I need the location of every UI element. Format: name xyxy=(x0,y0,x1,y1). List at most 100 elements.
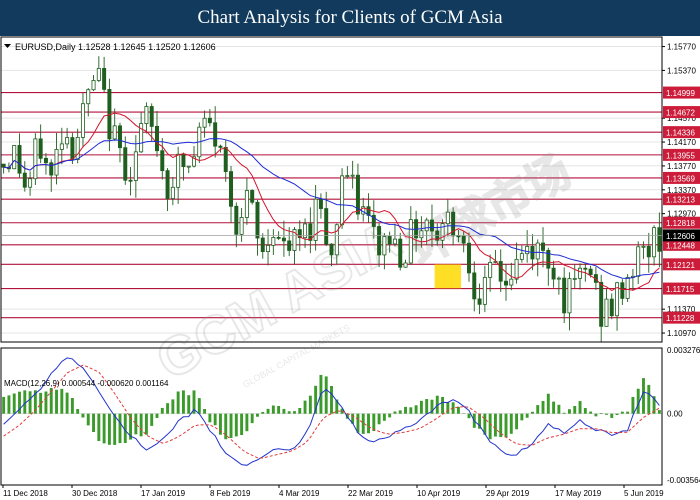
candle-body xyxy=(250,190,255,203)
candle-body xyxy=(287,240,292,251)
macd-tick-label: 0.003276 xyxy=(667,346,700,355)
level-label: 1.11715 xyxy=(666,285,695,294)
candle-body xyxy=(65,137,70,145)
macd-tick-label: -0.003564 xyxy=(667,476,700,485)
candle-body xyxy=(467,242,471,274)
level-label: 1.14672 xyxy=(666,109,695,118)
macd-label: MACD(12,26,9) 0.000544 -0.000620 0.00116… xyxy=(4,379,169,388)
candle-body xyxy=(636,246,641,277)
candle-body xyxy=(155,126,159,152)
x-tick-label: 22 Mar 2019 xyxy=(348,489,393,498)
candle-body xyxy=(123,147,128,181)
candle-body xyxy=(583,267,588,270)
candle-body xyxy=(255,201,260,239)
macd-tick-label: 0.00 xyxy=(667,410,683,419)
candle-body xyxy=(482,276,487,305)
level-label: 1.11228 xyxy=(666,314,695,323)
candle-body xyxy=(144,106,149,125)
candle-body xyxy=(609,298,614,317)
candle-body xyxy=(49,162,54,176)
candle-body xyxy=(572,277,577,280)
candle-body xyxy=(551,267,556,280)
candle-body xyxy=(271,236,276,246)
candle-body xyxy=(657,227,662,252)
candle-body xyxy=(149,106,154,127)
candle-body xyxy=(599,281,604,327)
y-tick-label: 1.15770 xyxy=(667,43,696,52)
x-tick-label: 11 Dec 2018 xyxy=(3,489,48,498)
candle-body xyxy=(1,163,6,168)
candle-body xyxy=(22,172,27,188)
candle-body xyxy=(102,67,107,90)
candle-body xyxy=(170,186,175,199)
candle-body xyxy=(128,179,133,182)
candle-body xyxy=(588,268,593,275)
candle-body xyxy=(498,261,503,282)
x-tick-label: 10 Apr 2019 xyxy=(417,489,461,498)
candle-body xyxy=(266,244,271,252)
candle-body xyxy=(509,278,514,286)
candle-body xyxy=(59,143,64,150)
level-label: 1.13569 xyxy=(666,174,695,183)
candle-body xyxy=(424,219,429,232)
x-tick-label: 5 Jun 2019 xyxy=(624,489,664,498)
candle-body xyxy=(244,190,249,218)
candle-body xyxy=(112,125,117,140)
candle-body xyxy=(96,67,101,81)
level-label: 1.14336 xyxy=(666,129,695,138)
candle-body xyxy=(117,125,122,149)
candle-body xyxy=(234,205,239,235)
candle-body xyxy=(652,227,657,258)
header-bar: Chart Analysis for Clients of GCM Asia xyxy=(0,0,700,36)
candle-body xyxy=(525,245,530,255)
y-tick-label: 1.10970 xyxy=(667,329,696,338)
level-label: 1.13955 xyxy=(666,151,695,160)
candle-body xyxy=(207,117,212,124)
candle-body xyxy=(641,245,646,248)
candle-body xyxy=(419,230,424,239)
candle-body xyxy=(329,243,334,256)
candle-body xyxy=(28,178,33,188)
y-tick-label: 1.13770 xyxy=(667,162,696,171)
level-label: 1.12121 xyxy=(666,261,695,270)
level-label: 1.14999 xyxy=(666,89,695,98)
candle-body xyxy=(519,253,524,260)
candle-body xyxy=(33,138,38,180)
candle-body xyxy=(91,80,96,91)
candle-body xyxy=(429,219,434,232)
level-label: 1.13213 xyxy=(666,196,695,205)
y-tick-label: 1.14170 xyxy=(667,138,696,147)
candle-body xyxy=(646,245,651,258)
candle-body xyxy=(223,146,228,172)
candle-body xyxy=(461,235,466,244)
candle xyxy=(12,145,17,170)
candle xyxy=(33,133,38,185)
page-title: Chart Analysis for Clients of GCM Asia xyxy=(197,7,503,28)
candle-body xyxy=(392,238,397,245)
candle-body xyxy=(186,165,191,168)
price-chart: GCM ASIA 环球市场 GLOBAL CAPITAL MARKETS EUR… xyxy=(0,36,700,500)
candle-body xyxy=(562,277,567,314)
candle xyxy=(250,189,255,205)
x-tick-label: 17 May 2019 xyxy=(555,489,602,498)
candle-body xyxy=(38,138,43,159)
candle-body xyxy=(133,151,138,181)
highlight-box-rect xyxy=(434,264,462,289)
candle-body xyxy=(556,277,561,280)
candle-body xyxy=(604,298,609,327)
candle-body xyxy=(504,280,508,286)
candle-body xyxy=(213,122,218,147)
candle-body xyxy=(382,236,387,256)
candle-body xyxy=(578,267,583,279)
candle-body xyxy=(535,242,540,260)
x-tick-label: 8 Feb 2019 xyxy=(210,489,251,498)
candle-body xyxy=(218,145,223,148)
candle-body xyxy=(477,298,482,305)
current-price-label: 1.12606 xyxy=(666,232,695,241)
candle-body xyxy=(456,235,461,238)
candle-body xyxy=(281,237,286,242)
candle-body xyxy=(514,258,519,280)
x-tick-label: 17 Jan 2019 xyxy=(141,489,186,498)
candle-body xyxy=(12,145,17,170)
candle-body xyxy=(276,236,281,239)
